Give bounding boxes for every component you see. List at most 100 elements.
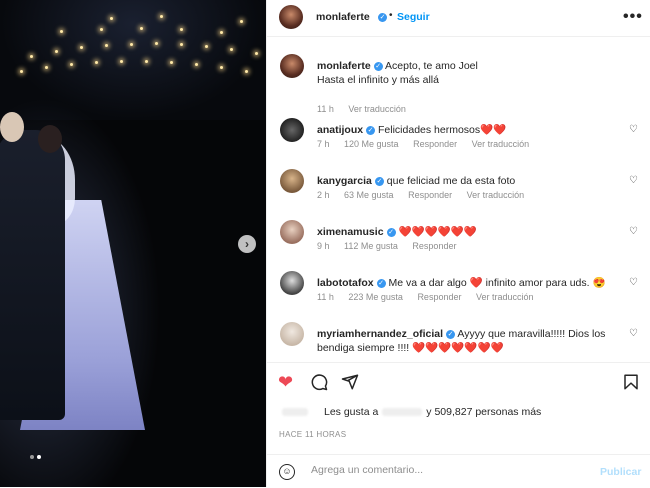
heart-emoji: ❤️❤️❤️❤️❤️❤️ [398,226,477,238]
caption-username[interactable]: monlaferte [317,60,371,72]
like-comment-icon[interactable]: ♡ [629,278,639,288]
string-light-bulb [220,66,223,69]
heart-emoji: ❤️❤️❤️❤️❤️❤️❤️ [412,342,504,354]
verified-icon: ✓ [374,177,384,186]
comment-username[interactable]: anatijoux [317,124,363,136]
caption-meta: 11 h Ver traducción [317,104,418,114]
groom-head [0,112,24,142]
string-light-bulb [140,27,143,30]
add-comment-bar: ☺ Publicar [267,454,650,488]
string-light-bulb [220,31,223,34]
string-light-bulb [145,60,148,63]
comment-time: 11 h [317,292,334,302]
string-light-bulb [55,50,58,53]
like-comment-icon[interactable]: ♡ [629,176,639,186]
comment-meta: 7 h 120 Me gusta Responder Ver traducció… [317,139,541,149]
comment-time: 9 h [317,241,330,251]
bride-head [38,125,62,153]
comment-time: 7 h [317,139,330,149]
verified-icon: ✓ [366,126,376,135]
translate-link[interactable]: Ver traducción [472,139,530,149]
translate-link[interactable]: Ver traducción [476,292,534,302]
commenter-avatar[interactable] [280,271,304,295]
comment-time: 2 h [317,190,330,200]
comment-username[interactable]: kanygarcia [317,175,372,187]
comment-body: Me va a dar algo [388,277,467,289]
comment-likes[interactable]: 120 Me gusta [344,139,399,149]
like-comment-icon[interactable]: ♡ [629,227,639,237]
carousel-dots [30,455,41,459]
heart-eyes-emoji: 😍 [592,277,606,289]
post-panel: monlaferte ✓ • Seguir ••• monlaferte ✓ Ac… [266,0,650,487]
carousel-dot [30,455,34,459]
string-light-bulb [20,70,23,73]
likes-prefix: Les gusta a [324,406,379,418]
comment-body: Felicidades hermosos [378,124,481,136]
string-light-bulb [245,70,248,73]
comment-username[interactable]: myriamhernandez_oficial [317,328,443,340]
comment-likes[interactable]: 223 Me gusta [348,292,403,302]
follow-button[interactable]: Seguir [397,11,430,23]
like-comment-icon[interactable]: ♡ [629,125,639,135]
post-timestamp: HACE 11 HORAS [279,430,347,439]
comment-input[interactable] [309,463,583,477]
save-bookmark-icon[interactable] [622,373,640,394]
verified-icon: ✓ [446,330,456,339]
comment-meta: 11 h 223 Me gusta Responder Ver traducci… [317,292,546,302]
translate-link[interactable]: Ver traducción [348,104,406,114]
emoji-picker-icon[interactable]: ☺ [279,464,295,480]
verified-icon: ✓ [386,228,396,237]
like-comment-icon[interactable]: ♡ [629,329,639,339]
blurred-username [382,408,423,417]
publish-button[interactable]: Publicar [600,466,641,478]
comment-username[interactable]: labototafox [317,277,374,289]
groom-figure [0,130,65,420]
string-light-bulb [155,42,158,45]
post-header: monlaferte ✓ • Seguir ••• [267,0,650,37]
string-light-bulb [100,28,103,31]
comments-list[interactable]: monlaferte ✓ Acepto, te amo Joel Hasta el… [267,36,650,361]
reply-link[interactable]: Responder [412,241,456,251]
commenter-avatar[interactable] [280,118,304,142]
commenter-avatar[interactable] [280,322,304,346]
blurred-avatar [282,408,308,417]
next-slide-button[interactable]: › [238,235,256,253]
author-avatar[interactable] [279,5,303,29]
string-light-bulb [80,46,83,49]
like-post-icon[interactable]: ❤ [278,373,293,391]
comment-likes[interactable]: 112 Me gusta [344,241,398,251]
comment-username[interactable]: ximenamusic [317,226,384,238]
string-light-bulb [120,60,123,63]
likes-summary[interactable]: Les gusta a y 509,827 personas más [282,406,541,418]
verified-icon: ✓ [373,62,383,71]
likes-suffix: y 509,827 personas más [426,406,542,418]
comment-text: ximenamusic ✓ ❤️❤️❤️❤️❤️❤️ [317,225,617,239]
comment-time: 11 h [317,104,334,114]
comment-meta: 9 h 112 Me gusta Responder [317,241,468,251]
string-light-bulb [95,61,98,64]
string-light-bulb [130,43,133,46]
comment-likes[interactable]: 63 Me gusta [344,190,394,200]
comment-body: que feliciad me da esta foto [386,175,516,187]
translate-link[interactable]: Ver traducción [467,190,525,200]
author-username[interactable]: monlaferte [316,11,370,23]
commenter-avatar[interactable] [280,220,304,244]
string-light-bulb [160,15,163,18]
comment-text: anatijoux ✓ Felicidades hermosos❤️❤️ [317,123,617,137]
more-options-icon[interactable]: ••• [623,8,643,26]
commenter-avatar[interactable] [280,169,304,193]
carousel-dot-active [37,455,41,459]
comment-icon[interactable] [310,373,328,394]
string-light-bulb [170,61,173,64]
reply-link[interactable]: Responder [408,190,452,200]
string-light-bulb [230,48,233,51]
separator-dot: • [389,10,393,21]
author-avatar[interactable] [280,54,304,78]
reply-link[interactable]: Responder [417,292,461,302]
string-light-bulb [180,43,183,46]
verified-icon: ✓ [376,279,386,288]
reply-link[interactable]: Responder [413,139,457,149]
string-light-bulb [105,44,108,47]
post-media[interactable]: › [0,0,266,487]
share-icon[interactable] [341,373,359,394]
